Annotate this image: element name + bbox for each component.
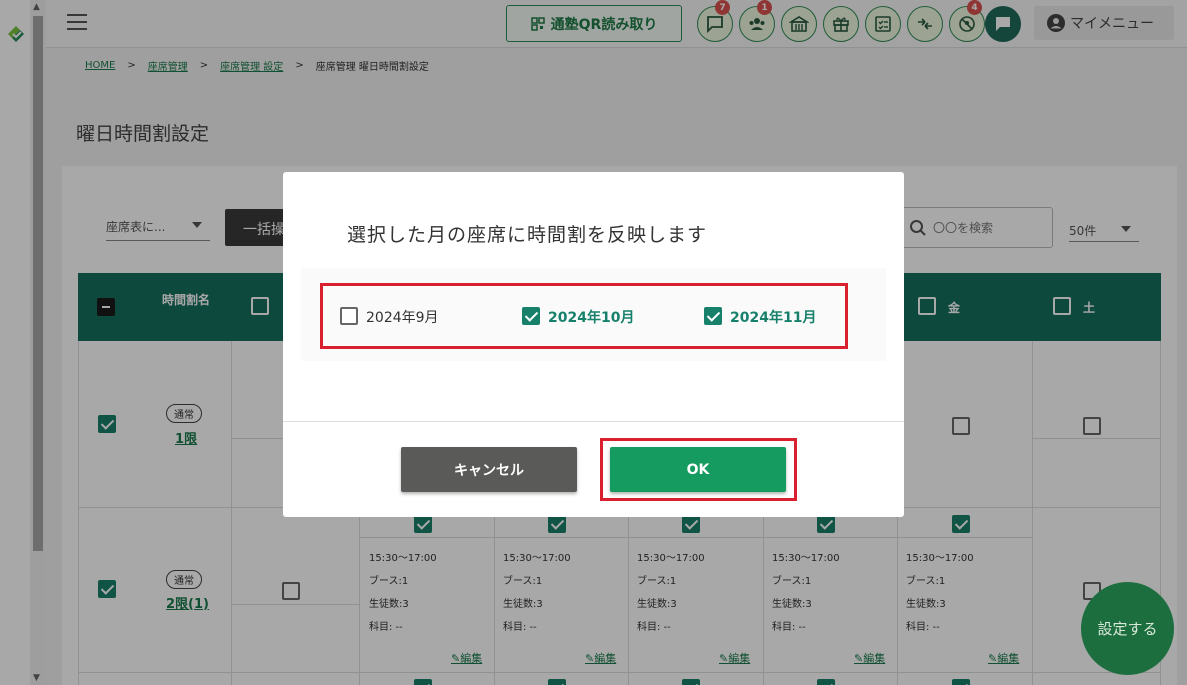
apply-settings-button[interactable]: 設定する (1081, 582, 1174, 675)
dialog-title: 選択した月の座席に時間割を反映します (347, 224, 708, 246)
ok-highlight-box (600, 438, 797, 501)
cancel-button[interactable]: キャンセル (401, 447, 577, 492)
month-highlight-box (320, 283, 848, 349)
dialog-divider (283, 421, 904, 422)
